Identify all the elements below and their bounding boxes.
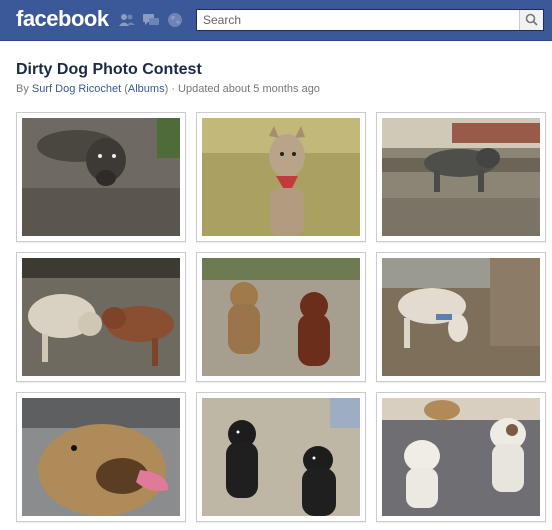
updated-text: · Updated about 5 months ago <box>168 83 320 95</box>
photo-thumbnail-1[interactable] <box>16 112 186 242</box>
dog-tongue-closeup-photo <box>22 398 180 516</box>
gray-dog-mud-photo <box>382 118 540 236</box>
photo-thumbnail-5[interactable] <box>196 252 366 382</box>
notifications-globe-icon[interactable] <box>166 12 184 28</box>
photo-thumbnail-9[interactable] <box>376 392 546 522</box>
white-dog-harness-photo <box>382 258 540 376</box>
facebook-logo[interactable]: facebook <box>16 6 109 32</box>
byline-prefix: By <box>16 83 32 95</box>
photo-thumbnail-3[interactable] <box>376 112 546 242</box>
muddy-dog-photo <box>22 118 180 236</box>
dogs-on-sand-photo <box>202 258 360 376</box>
albums-link[interactable]: Albums <box>128 83 165 95</box>
owner-link[interactable]: Surf Dog Ricochet <box>32 83 121 95</box>
byline-open-paren: ( <box>121 83 128 95</box>
photo-thumbnail-4[interactable] <box>16 252 186 382</box>
two-dogs-playing-photo <box>22 258 180 376</box>
two-black-labs-photo <box>202 398 360 516</box>
album-title: Dirty Dog Photo Contest <box>16 61 202 78</box>
search-button[interactable] <box>519 10 543 30</box>
messages-icon[interactable] <box>142 12 160 28</box>
white-puppies-photo <box>382 398 540 516</box>
photo-thumbnail-6[interactable] <box>376 252 546 382</box>
photo-thumbnail-2[interactable] <box>196 112 366 242</box>
photo-thumbnail-7[interactable] <box>16 392 186 522</box>
top-bar: facebook <box>0 0 552 41</box>
search-input[interactable] <box>197 10 517 30</box>
bandana-dog-photo <box>202 118 360 236</box>
search-box <box>196 9 544 31</box>
search-magnifier-icon <box>525 13 538 26</box>
photo-thumbnail-8[interactable] <box>196 392 366 522</box>
album-byline: By Surf Dog Ricochet (Albums) · Updated … <box>16 83 320 95</box>
friend-requests-icon[interactable] <box>118 12 136 28</box>
